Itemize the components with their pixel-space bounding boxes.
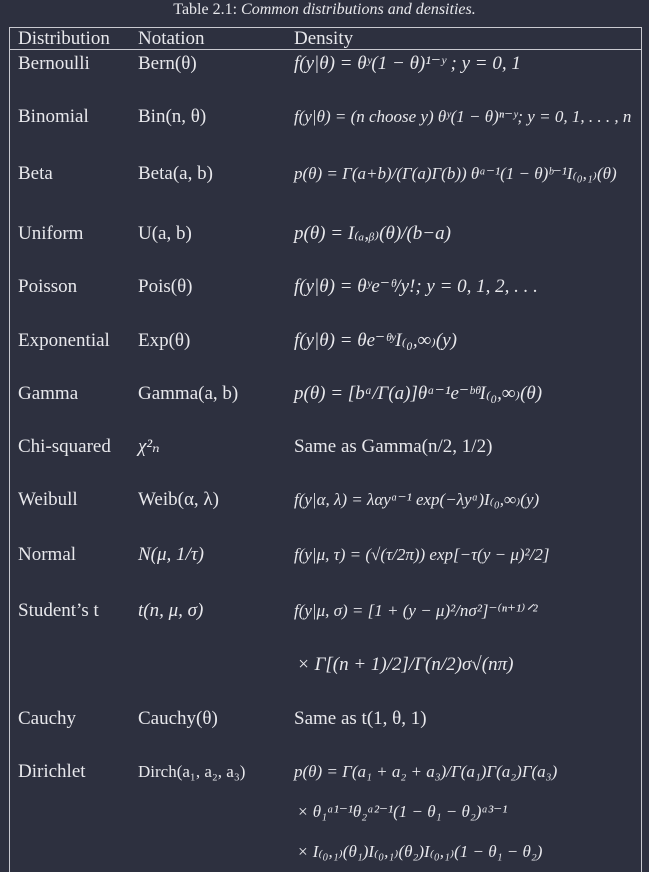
row-students-t-distribution: Student’s t — [18, 600, 99, 621]
row-normal-distribution: Normal — [18, 544, 77, 565]
row-beta-distribution: Beta — [18, 163, 53, 184]
row-cauchy-density: Same as t(1, θ, 1) — [294, 708, 427, 729]
header-notation: Notation — [138, 28, 205, 49]
row-dirichlet-density: p(θ) = Γ(a₁ + a₂ + a₃)/Γ(a₁)Γ(a₂)Γ(a₃) — [294, 762, 558, 781]
row-dirichlet-distribution: Dirichlet — [18, 761, 86, 782]
header-distribution: Distribution — [18, 28, 110, 49]
row-weibull-distribution: Weibull — [18, 489, 78, 510]
row-binomial-distribution: Binomial — [18, 106, 89, 127]
row-normal-notation: N(μ, 1/τ) — [138, 544, 204, 565]
row-poisson-distribution: Poisson — [18, 276, 78, 297]
row-cauchy-distribution: Cauchy — [18, 708, 77, 729]
row-bernoulli-density: f(y|θ) = θʸ(1 − θ)¹⁻ʸ ; y = 0, 1 — [294, 53, 521, 74]
row-bernoulli-distribution: Bernoulli — [18, 53, 90, 74]
row-bernoulli-notation: Bern(θ) — [138, 53, 197, 74]
row-exponential-notation: Exp(θ) — [138, 330, 191, 351]
caption-label: Table 2.1: — [173, 1, 238, 18]
row-exponential-distribution: Exponential — [18, 330, 110, 351]
header-density: Density — [294, 28, 354, 49]
row-exponential-density: f(y|θ) = θe⁻ᶿʸI₍₀,∞₎(y) — [294, 330, 457, 351]
table-caption: Table 2.1: Common distributions and dens… — [0, 1, 649, 19]
caption-title: Common distributions and densities. — [241, 1, 476, 18]
row-weibull-notation: Weib(α, λ) — [138, 489, 219, 510]
row-beta-density: p(θ) = Γ(a+b)/(Γ(a)Γ(b)) θᵃ⁻¹(1 − θ)ᵇ⁻¹I… — [294, 164, 617, 183]
row-chisquared-distribution: Chi-squared — [18, 436, 111, 457]
row-uniform-distribution: Uniform — [18, 223, 84, 244]
row-uniform-notation: U(a, b) — [138, 223, 192, 244]
row-poisson-notation: Pois(θ) — [138, 276, 193, 297]
row-students-t-notation: t(n, μ, σ) — [138, 600, 204, 621]
row-uniform-density: p(θ) = I₍ₐ,ᵦ₎(θ)/(b−a) — [294, 223, 451, 244]
row-students-t-density-cont: × Γ[(n + 1)/2]/Γ(n/2)σ√(nπ) — [297, 654, 514, 675]
row-dirichlet-notation: Dirch(a₁, a₂, a₃) — [138, 762, 246, 781]
row-normal-density: f(y|μ, τ) = (√(τ/2π)) exp[−τ(y − μ)²/2] — [294, 545, 550, 564]
row-binomial-notation: Bin(n, θ) — [138, 106, 207, 127]
row-poisson-density: f(y|θ) = θʸe⁻ᶿ/y!; y = 0, 1, 2, . . . — [294, 276, 538, 297]
row-dirichlet-density-cont-2: × I₍₀,₁₎(θ₁)I₍₀,₁₎(θ₂)I₍₀,₁₎(1 − θ₁ − θ₂… — [297, 842, 543, 861]
row-chisquared-notation: χ²ₙ — [138, 436, 160, 457]
row-binomial-density: f(y|θ) = (n choose y) θʸ(1 − θ)ⁿ⁻ʸ; y = … — [294, 107, 632, 126]
row-chisquared-density: Same as Gamma(n/2, 1/2) — [294, 436, 493, 457]
row-students-t-density: f(y|μ, σ) = [1 + (y − μ)²/nσ²]⁻⁽ⁿ⁺¹⁾ᐟ² — [294, 601, 538, 620]
row-beta-notation: Beta(a, b) — [138, 163, 213, 184]
row-dirichlet-density-cont-1: × θ₁ᵃ¹⁻¹θ₂ᵃ²⁻¹(1 − θ₁ − θ₂)ᵃ³⁻¹ — [297, 802, 508, 821]
row-gamma-density: p(θ) = [bᵃ/Γ(a)]θᵃ⁻¹e⁻ᵇᶿI₍₀,∞₎(θ) — [294, 383, 543, 404]
row-gamma-distribution: Gamma — [18, 383, 79, 404]
row-gamma-notation: Gamma(a, b) — [138, 383, 239, 404]
row-cauchy-notation: Cauchy(θ) — [138, 708, 218, 729]
row-weibull-density: f(y|α, λ) = λαyᵅ⁻¹ exp(−λyᵅ)I₍₀,∞₎(y) — [294, 490, 540, 509]
